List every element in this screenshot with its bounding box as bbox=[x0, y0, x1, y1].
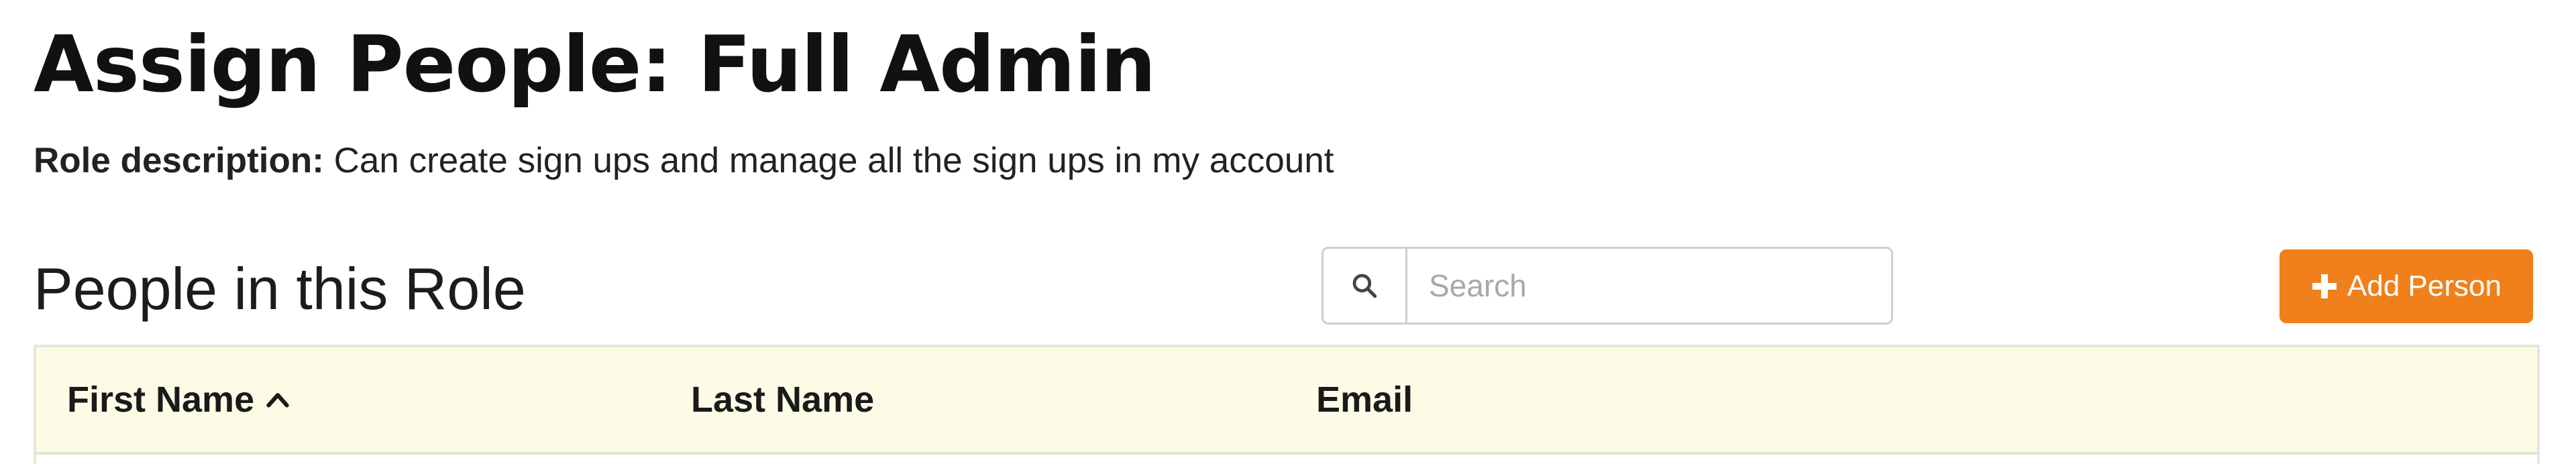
people-table: First Name Last Name Email bbox=[34, 345, 2540, 464]
plus-icon bbox=[2311, 273, 2338, 300]
chevron-up-icon bbox=[266, 392, 289, 408]
column-header-label: First Name bbox=[67, 380, 255, 420]
page-title: Assign People: Full Admin bbox=[34, 19, 1156, 110]
column-header-first-name[interactable]: First Name bbox=[67, 347, 289, 452]
column-header-label: Last Name bbox=[691, 380, 875, 420]
role-description: Role description: Can create sign ups an… bbox=[34, 137, 1334, 184]
section-title: People in this Role bbox=[34, 255, 526, 322]
role-description-label: Role description: bbox=[34, 141, 324, 180]
role-description-text: Can create sign ups and manage all the s… bbox=[333, 141, 1334, 180]
table-header: First Name Last Name Email bbox=[36, 347, 2537, 455]
search-input[interactable] bbox=[1407, 249, 1891, 323]
add-person-label: Add Person bbox=[2347, 270, 2502, 302]
search-group bbox=[1322, 247, 1893, 325]
add-person-button[interactable]: Add Person bbox=[2279, 249, 2533, 323]
search-icon[interactable] bbox=[1324, 249, 1407, 323]
column-header-last-name[interactable]: Last Name bbox=[691, 347, 874, 452]
column-header-label: Email bbox=[1316, 380, 1413, 420]
column-header-email[interactable]: Email bbox=[1316, 347, 1413, 452]
